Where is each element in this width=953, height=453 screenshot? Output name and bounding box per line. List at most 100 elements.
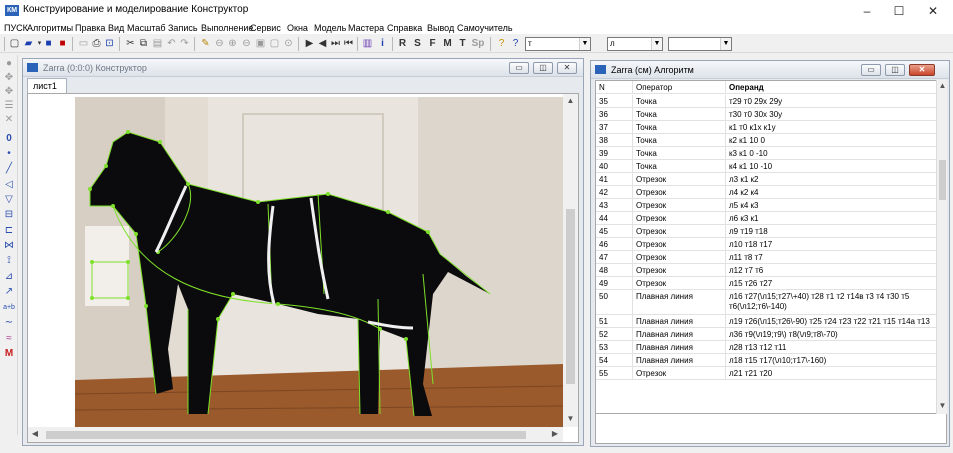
menu-tutorial[interactable]: Самоучитель <box>457 22 513 34</box>
child-close-button[interactable]: ✕ <box>909 64 935 76</box>
table-row[interactable]: 42 Отрезок л4 к2 к4 <box>596 186 936 199</box>
column-header-n[interactable]: N <box>596 81 633 93</box>
arc-tool-icon[interactable]: ⟟ <box>2 255 16 267</box>
zoom-out-icon[interactable]: ⊖ <box>240 37 253 50</box>
table-row[interactable]: 38 Точка к2 к1 10 0 <box>596 134 936 147</box>
scroll-thumb[interactable] <box>939 160 946 200</box>
algorithm-table[interactable]: N Оператор Операнд 35 Точка т29 т0 29х 29у… <box>595 80 947 414</box>
mode-m-button[interactable]: M <box>441 37 454 50</box>
rectangle-tool-icon[interactable]: ⊟ <box>2 209 16 221</box>
help-icon[interactable]: ? <box>495 37 508 50</box>
zoom-in-icon[interactable]: ⊕ <box>226 37 239 50</box>
menu-record[interactable]: Запись <box>168 22 198 34</box>
table-row[interactable]: 53 Плавная линия л28 т13 т12 т11 <box>596 341 936 354</box>
info-icon[interactable]: i <box>376 37 389 50</box>
model-tool-icon[interactable]: M <box>2 348 16 360</box>
table-row[interactable]: 49 Отрезок л15 т26 т27 <box>596 277 936 290</box>
mode-r-button[interactable]: R <box>396 37 409 50</box>
close-button[interactable]: ✕ <box>918 2 948 20</box>
angle-tool-icon[interactable]: ◁ <box>2 179 16 191</box>
point-combo[interactable]: т ▼ <box>525 37 591 51</box>
menu-service[interactable]: Сервис <box>250 22 281 34</box>
menu-model[interactable]: Модель <box>314 22 346 34</box>
print-icon[interactable]: ⎙ <box>90 37 103 50</box>
tab-sheet1[interactable]: лист1 <box>27 78 67 93</box>
move-icon[interactable]: ✥ <box>2 72 16 84</box>
select-dot-icon[interactable]: ● <box>2 58 16 70</box>
table-row[interactable]: 52 Плавная линия л36 т9(\л19;т9\) т8(\л9;т… <box>596 328 936 341</box>
table-vertical-scrollbar[interactable]: ▲ ▼ <box>936 80 947 414</box>
menu-algorithms[interactable]: Алгоритмы <box>27 22 73 34</box>
save-all-icon[interactable]: ■ <box>56 37 69 50</box>
redo-icon[interactable]: ↷ <box>178 37 191 50</box>
menu-edit[interactable]: Правка <box>75 22 105 34</box>
menu-start[interactable]: ПУСК <box>4 22 28 34</box>
point-tool-icon[interactable]: • <box>2 148 16 160</box>
scroll-up-icon[interactable]: ▲ <box>937 80 948 92</box>
page-setup-icon[interactable]: ▭ <box>77 37 90 50</box>
run-to-end-icon[interactable]: ⏭ <box>329 37 342 50</box>
menu-wizards[interactable]: Мастера <box>348 22 384 34</box>
canvas-vertical-scrollbar[interactable]: ▲ ▼ <box>563 94 578 427</box>
column-header-operator[interactable]: Оператор <box>633 81 726 93</box>
intersection-tool-icon[interactable]: a+b <box>2 302 16 314</box>
step-back-icon[interactable]: ◀ <box>316 37 329 50</box>
new-file-icon[interactable]: ▢ <box>8 37 21 50</box>
minimize-button[interactable]: – <box>852 2 882 20</box>
mode-f-button[interactable]: F <box>426 37 439 50</box>
child-restore-button[interactable]: ◫ <box>533 62 553 74</box>
polygon-tool-icon[interactable]: ▽ <box>2 194 16 206</box>
mode-t-button[interactable]: T <box>456 37 469 50</box>
curve-tool-icon[interactable]: ∼ <box>2 317 16 329</box>
menu-scale[interactable]: Масштаб <box>127 22 166 34</box>
table-row[interactable]: 55 Отрезок л21 т21 т20 <box>596 367 936 380</box>
line-tool-icon[interactable]: ╱ <box>2 163 16 175</box>
save-icon[interactable]: ■ <box>42 37 55 50</box>
drawing-canvas[interactable]: ▲ ▼ ◀ ▶ <box>27 93 579 443</box>
move-alt-icon[interactable]: ✥ <box>2 86 16 98</box>
pencil-icon[interactable]: ✎ <box>199 37 212 50</box>
layers-icon[interactable]: ▥ <box>361 37 374 50</box>
dart-tool-icon[interactable]: ⋈ <box>2 240 16 252</box>
table-row[interactable]: 41 Отрезок л3 к1 к2 <box>596 173 936 186</box>
print-preview-icon[interactable]: ⊡ <box>103 37 116 50</box>
run-icon[interactable]: ▶ <box>303 37 316 50</box>
table-row[interactable]: 46 Отрезок л10 т18 т17 <box>596 238 936 251</box>
parallel-tool-icon[interactable]: ⊏ <box>2 225 16 237</box>
table-row[interactable]: 43 Отрезок л5 к4 к3 <box>596 199 936 212</box>
menu-output[interactable]: Вывод <box>427 22 454 34</box>
table-row[interactable]: 35 Точка т29 т0 29х 29у <box>596 95 936 108</box>
zoom-previous-icon[interactable]: ⊙ <box>282 37 295 50</box>
bisector-tool-icon[interactable]: ↗ <box>2 286 16 298</box>
algorithm-input-area[interactable] <box>595 414 947 444</box>
child-minimize-button[interactable]: ▭ <box>509 62 529 74</box>
measure-tool-icon[interactable]: ⊿ <box>2 271 16 283</box>
column-header-operand[interactable]: Операнд <box>726 81 936 93</box>
zoom-fit-icon[interactable]: ▣ <box>254 37 267 50</box>
grid-icon[interactable]: ☰ <box>2 100 16 112</box>
zoom-icon[interactable]: ⊖ <box>213 37 226 50</box>
table-row[interactable]: 48 Отрезок л12 т7 т6 <box>596 264 936 277</box>
table-row[interactable]: 36 Точка т30 т0 30х 30у <box>596 108 936 121</box>
child-close-button[interactable]: ✕ <box>557 62 577 74</box>
cut-icon[interactable]: ✂ <box>124 37 137 50</box>
origin-icon[interactable]: 0 <box>2 133 16 145</box>
table-row[interactable]: 45 Отрезок л9 т19 т18 <box>596 225 936 238</box>
table-row[interactable]: 54 Плавная линия л18 т15 т17(\л10;т17\-160… <box>596 354 936 367</box>
object-combo[interactable]: ▼ <box>668 37 732 51</box>
table-row[interactable]: 44 Отрезок л6 к3 к1 <box>596 212 936 225</box>
menu-view[interactable]: Вид <box>108 22 124 34</box>
menu-help[interactable]: Справка <box>387 22 422 34</box>
undo-icon[interactable]: ↶ <box>165 37 178 50</box>
scroll-up-icon[interactable]: ▲ <box>563 94 578 108</box>
table-row[interactable]: 40 Точка к4 к1 10 -10 <box>596 160 936 173</box>
zoom-window-icon[interactable]: ▢ <box>268 37 281 50</box>
context-help-icon[interactable]: ? <box>509 37 522 50</box>
child-minimize-button[interactable]: ▭ <box>861 64 881 76</box>
paste-icon[interactable]: ▤ <box>151 37 164 50</box>
table-row[interactable]: 47 Отрезок л11 т8 т7 <box>596 251 936 264</box>
delete-icon[interactable]: ✕ <box>2 114 16 126</box>
line-combo[interactable]: л ▼ <box>607 37 663 51</box>
table-row[interactable]: 50 Плавная линия л16 т27(\л15;т27\+40) т28… <box>596 290 936 315</box>
scroll-thumb[interactable] <box>566 209 575 384</box>
